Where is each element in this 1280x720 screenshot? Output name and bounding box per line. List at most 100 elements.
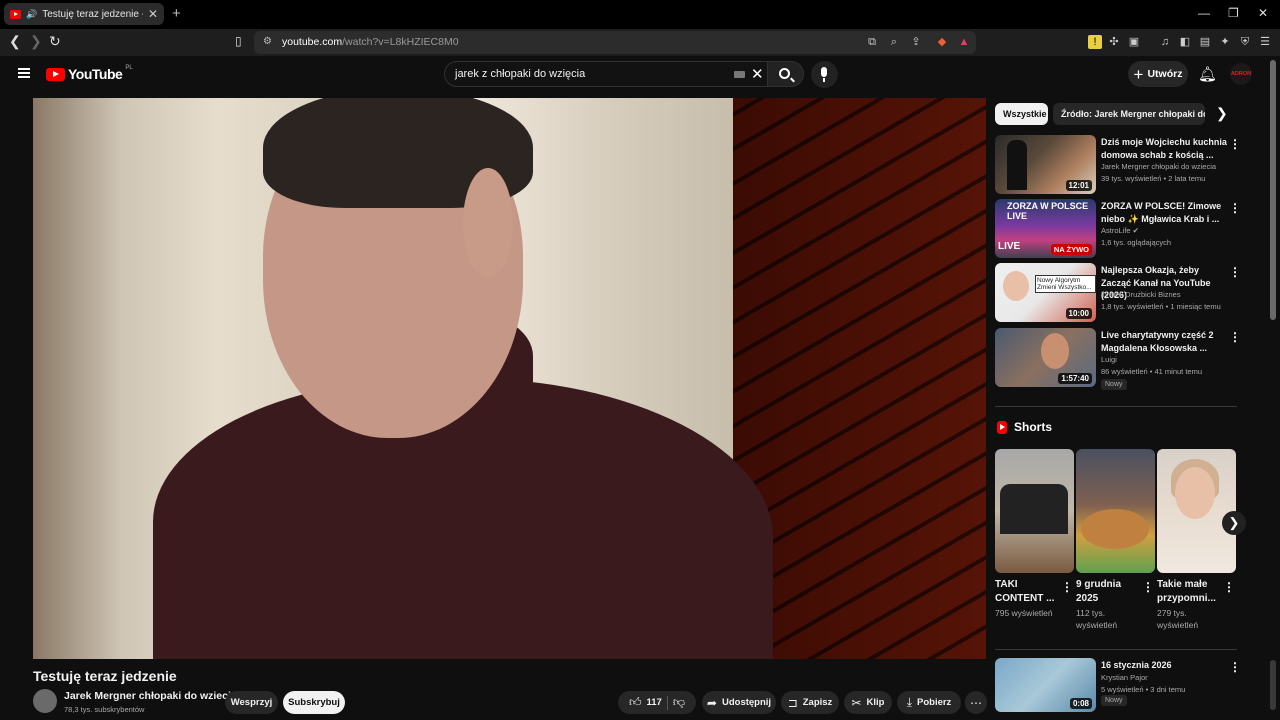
sidebar-icon[interactable]: ◧ [1178, 35, 1192, 49]
recommendation-item[interactable]: 1:57:40 Live charytatywny część 2 Magdal… [995, 328, 1245, 390]
vpn-icon[interactable]: ⛨ [1238, 35, 1252, 49]
video-thumbnail[interactable]: ZORZA W POLSCE LIVE LIVE NA ŻYWO [995, 199, 1096, 258]
like-count[interactable]: 117 [647, 697, 662, 708]
short-item[interactable]: 9 grudnia 2025 112 tys. wyświetleń ⋮ [1076, 449, 1155, 631]
short-thumbnail[interactable] [1157, 449, 1236, 573]
save-button[interactable]: ⊐ Zapisz [781, 691, 839, 714]
thumbs-up-icon[interactable]: 👍︎ [629, 695, 642, 710]
forward-icon[interactable]: ❯ [30, 33, 42, 50]
rec-title[interactable]: Dziś moje Wojciechu kuchnia domowa schab… [1101, 136, 1227, 161]
video-thumbnail[interactable]: 1:57:40 [995, 328, 1096, 387]
reload-icon[interactable]: ↻ [49, 33, 61, 50]
keyboard-icon[interactable] [734, 71, 745, 78]
maximize-button[interactable]: ❐ [1228, 6, 1239, 20]
short-thumbnail[interactable] [1076, 449, 1155, 573]
rewards-icon[interactable]: ▲ [957, 35, 971, 49]
close-window-button[interactable]: ✕ [1258, 6, 1268, 20]
search-input[interactable]: jarek z chłopaki do wzięcia ✕ [444, 61, 768, 87]
more-vert-icon[interactable]: ⋮ [1229, 660, 1241, 674]
support-button[interactable]: Wesprzyj [225, 691, 278, 714]
rec-title[interactable]: 16 stycznia 2026 [1101, 659, 1227, 672]
site-info-icon[interactable]: ⚙ [263, 36, 272, 47]
more-vert-icon[interactable]: ⋮ [1229, 265, 1241, 279]
more-vert-icon[interactable]: ⋮ [1229, 137, 1241, 151]
rec-channel[interactable]: Jarek Mergner chłopaki do wziecia [1101, 161, 1241, 173]
rec-channel[interactable]: Krystian Pajor [1101, 672, 1241, 684]
subscribe-button[interactable]: Subskrybuj [283, 691, 345, 714]
more-horiz-icon: ⋯ [970, 695, 982, 710]
short-item[interactable]: Takie małe przypomni... 279 tys. wyświet… [1157, 449, 1236, 631]
puzzle-icon[interactable]: ✣ [1107, 35, 1121, 49]
recommendation-item[interactable]: ZORZA W POLSCE LIVE LIVE NA ŻYWO ZORZA W… [995, 199, 1245, 261]
tab-close-icon[interactable]: ✕ [148, 7, 158, 21]
more-actions-button[interactable]: ⋯ [965, 691, 987, 714]
bookmark-icon[interactable]: ▯ [235, 34, 242, 48]
wallet-icon[interactable]: ▤ [1198, 35, 1212, 49]
video-thumbnail[interactable]: Nowy Algorytm Zmieni Wszystko... 10:00 [995, 263, 1096, 322]
reader-icon[interactable]: ▣ [1127, 35, 1141, 49]
video-player[interactable] [33, 98, 986, 659]
rec-title[interactable]: ZORZA W POLSCE! Zimowe niebo ✨ Mgławica … [1101, 200, 1227, 225]
voice-search-icon[interactable] [811, 61, 838, 88]
video-frame-ear [463, 168, 513, 278]
channel-avatar[interactable] [33, 689, 57, 713]
extension-icon[interactable]: ! [1088, 35, 1102, 49]
shorts-title: Shorts [1014, 420, 1053, 434]
browser-tab[interactable]: 🔊 Testuję teraz jedzenie - YouTu ✕ [4, 3, 164, 25]
rec-channel[interactable]: Luigi [1101, 354, 1241, 366]
shorts-heading: Shorts [997, 420, 1052, 434]
minimize-button[interactable]: — [1198, 6, 1210, 20]
share-button[interactable]: ➦ Udostępnij [702, 691, 776, 714]
video-thumbnail[interactable]: 12:01 [995, 135, 1096, 194]
more-vert-icon[interactable]: ⋮ [1229, 330, 1241, 344]
chips-next-icon[interactable]: ❯ [1216, 105, 1228, 122]
shorts-next-icon[interactable]: ❯ [1222, 511, 1246, 535]
clip-button[interactable]: ✂ Klip [844, 691, 892, 714]
share-page-icon[interactable]: ⇪ [909, 35, 923, 49]
channel-name[interactable]: Jarek Mergner chłopaki do wziecia [64, 690, 237, 702]
scrollbar-lower[interactable] [1270, 660, 1276, 710]
search-button[interactable] [768, 61, 804, 87]
account-avatar[interactable]: ADRON [1230, 63, 1252, 85]
short-item[interactable]: TAKI CONTENT ... 795 wyświetleń ⋮ [995, 449, 1074, 619]
address-bar[interactable]: ⚙ youtube.com/watch?v=L8kHZIEC8M0 ⧉ ⌕ ⇪ … [254, 31, 976, 54]
short-title[interactable]: Takie małe przypomni... [1157, 578, 1219, 605]
back-icon[interactable]: ❮ [9, 33, 21, 50]
video-thumbnail[interactable]: 0:08 [995, 658, 1096, 712]
recommendation-item[interactable]: Nowy Algorytm Zmieni Wszystko... 10:00 N… [995, 263, 1245, 325]
music-icon[interactable]: ♫ [1158, 35, 1172, 49]
menu-icon[interactable]: ☰ [1258, 35, 1272, 49]
speaker-icon[interactable]: 🔊 [26, 9, 37, 20]
country-code: PL [125, 65, 133, 71]
rec-title[interactable]: Live charytatywny część 2 Magdalena Kłos… [1101, 329, 1227, 354]
download-button[interactable]: ⤓ Pobierz [897, 691, 961, 714]
recommendation-item[interactable]: 0:08 16 stycznia 2026 Krystian Pajor 5 w… [995, 658, 1245, 720]
short-title[interactable]: 9 grudnia 2025 [1076, 578, 1138, 605]
short-thumbnail[interactable] [995, 449, 1074, 573]
recommendation-item[interactable]: 12:01 Dziś moje Wojciechu kuchnia domowa… [995, 135, 1245, 197]
short-title[interactable]: TAKI CONTENT ... [995, 578, 1057, 605]
open-in-app-icon[interactable]: ⧉ [865, 35, 879, 49]
more-vert-icon[interactable]: ⋮ [1229, 201, 1241, 215]
create-button[interactable]: + Utwórz [1128, 61, 1188, 87]
hamburger-menu-icon[interactable] [18, 68, 30, 78]
chip-all[interactable]: Wszystkie [995, 103, 1048, 125]
new-tab-button[interactable]: + [172, 5, 181, 22]
rec-channel[interactable]: Tymek Drużbicki Biznes [1101, 289, 1241, 301]
clear-search-icon[interactable]: ✕ [751, 65, 764, 83]
youtube-logo[interactable]: YouTube PL [46, 65, 133, 82]
thumbs-down-icon[interactable]: 👎︎ [673, 695, 685, 710]
chip-source[interactable]: Źródło: Jarek Mergner chłopaki do wzięci… [1053, 103, 1205, 125]
brave-shield-icon[interactable]: ◆ [935, 35, 949, 49]
rec-meta: 1,8 tys. wyświetleń • 1 miesiąc temu [1101, 302, 1221, 311]
thumbnail-face [1003, 271, 1029, 301]
scrollbar-thumb[interactable] [1270, 60, 1276, 320]
more-vert-icon[interactable]: ⋮ [1142, 580, 1154, 594]
more-vert-icon[interactable]: ⋮ [1223, 580, 1235, 594]
rec-channel[interactable]: AstroLife ✔ [1101, 225, 1241, 237]
zoom-icon[interactable]: ⌕ [887, 35, 901, 49]
more-vert-icon[interactable]: ⋮ [1061, 580, 1073, 594]
leo-icon[interactable]: ✦ [1218, 35, 1232, 49]
notifications-bell-icon[interactable]: 🔔︎ [1198, 65, 1217, 83]
duration-badge: 12:01 [1065, 180, 1092, 191]
